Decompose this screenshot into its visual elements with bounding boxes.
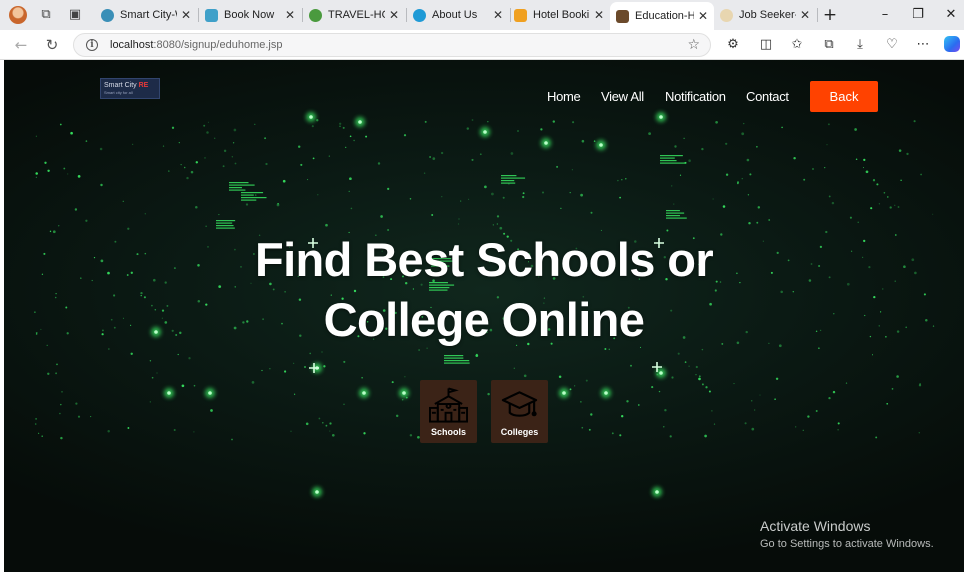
tab-separator: [817, 8, 818, 22]
nav-home[interactable]: Home: [547, 89, 581, 104]
browser-tab-bar: ⧉ ▣ Smart City-Welc ✕ Book Now ✕ TRAVEL-…: [0, 0, 964, 30]
close-tab-icon[interactable]: ✕: [698, 9, 708, 23]
close-tab-icon[interactable]: ✕: [493, 8, 503, 22]
category-label: Schools: [430, 427, 466, 437]
logo-mark: RE: [138, 82, 149, 89]
site-logo[interactable]: Smart City RE Smart city for all: [100, 78, 160, 99]
tab-title: Job Seeker-Hon: [739, 9, 796, 21]
tab-title: Book Now: [224, 9, 275, 21]
graduation-cap-icon: [501, 391, 538, 417]
tab-actions-icon[interactable]: ▣: [66, 6, 84, 24]
tab-title: TRAVEL-HOME: [328, 9, 385, 21]
close-tab-icon[interactable]: ✕: [389, 8, 399, 22]
favorite-star-icon[interactable]: ☆: [687, 37, 700, 53]
logo-text: Smart City: [104, 82, 137, 89]
globe-icon: [309, 8, 322, 22]
info-circle-icon: [413, 8, 426, 22]
restore-icon[interactable]: ❐: [908, 5, 928, 25]
category-schools[interactable]: Schools: [420, 380, 477, 443]
back-button[interactable]: Back: [810, 81, 878, 112]
plane-icon: [205, 8, 218, 22]
tab-title: About Us: [432, 9, 478, 21]
refresh-icon[interactable]: ↻: [43, 36, 61, 54]
copilot-icon[interactable]: [944, 36, 960, 52]
tab-title: Hotel Booking: [533, 9, 590, 21]
close-tab-icon[interactable]: ✕: [285, 8, 295, 22]
nav-view-all[interactable]: View All: [601, 89, 644, 104]
nav-notification[interactable]: Notification: [665, 89, 726, 104]
tab-job-seeker[interactable]: Job Seeker-Hon ✕: [714, 2, 816, 28]
downloads-icon[interactable]: ⤓: [851, 36, 869, 54]
workspaces-icon[interactable]: ⧉: [37, 6, 55, 24]
tag-icon: [720, 8, 733, 22]
tab-education-home[interactable]: Education-Hom ✕: [610, 2, 714, 30]
browser-essentials-icon[interactable]: ♡: [883, 36, 901, 54]
close-tab-icon[interactable]: ✕: [594, 8, 604, 22]
split-screen-icon[interactable]: ◫: [757, 36, 775, 54]
address-bar[interactable]: i localhost:8080/signup/eduhome.jsp ☆: [73, 33, 711, 57]
school-building-icon: [429, 387, 468, 423]
tab-smart-city[interactable]: Smart City-Welc ✕: [95, 2, 197, 28]
site-info-icon[interactable]: i: [86, 39, 98, 51]
extensions-icon[interactable]: ⚙: [724, 36, 742, 54]
favorites-icon[interactable]: ✩: [788, 36, 806, 54]
url-host: localhost: [110, 39, 154, 51]
url-path: :8080/signup/eduhome.jsp: [153, 39, 283, 51]
category-label: Colleges: [500, 427, 539, 437]
minimize-icon[interactable]: –: [875, 5, 895, 25]
hotel-icon: [514, 8, 527, 22]
hero-line-2: College Online: [323, 293, 645, 346]
hero-line-1: Find Best Schools or: [254, 233, 714, 286]
category-colleges[interactable]: Colleges: [491, 380, 548, 443]
tab-about-us[interactable]: About Us ✕: [407, 2, 509, 28]
close-window-icon[interactable]: ✕: [941, 5, 961, 25]
book-icon: [616, 9, 629, 23]
tab-travel-home[interactable]: TRAVEL-HOME ✕: [303, 2, 405, 28]
tab-book-now[interactable]: Book Now ✕: [199, 2, 301, 28]
tab-title: Smart City-Welc: [120, 9, 177, 21]
activate-windows-subtitle: Go to Settings to activate Windows.: [760, 538, 934, 550]
close-tab-icon[interactable]: ✕: [181, 8, 191, 22]
collections-icon[interactable]: ⧉: [820, 36, 838, 54]
activate-windows-title: Activate Windows: [760, 518, 871, 534]
nav-contact[interactable]: Contact: [746, 89, 789, 104]
hero-heading: Find Best Schools or College Online: [184, 230, 784, 350]
close-tab-icon[interactable]: ✕: [800, 8, 810, 22]
tab-hotel-booking[interactable]: Hotel Booking ✕: [508, 2, 610, 28]
logo-tagline: Smart city for all: [104, 90, 133, 95]
tab-title: Education-Hom: [635, 10, 694, 22]
url-text: localhost:8080/signup/eduhome.jsp: [110, 39, 282, 51]
more-menu-icon[interactable]: ⋯: [914, 36, 932, 54]
globe-teal-icon: [101, 8, 114, 22]
profile-avatar[interactable]: [9, 6, 27, 24]
address-bar-row: ← ↻ i localhost:8080/signup/eduhome.jsp …: [0, 30, 964, 60]
new-tab-icon[interactable]: +: [820, 5, 840, 25]
back-arrow-icon[interactable]: ←: [12, 36, 30, 54]
page-viewport: Smart City RE Smart city for all Home Vi…: [4, 60, 964, 572]
